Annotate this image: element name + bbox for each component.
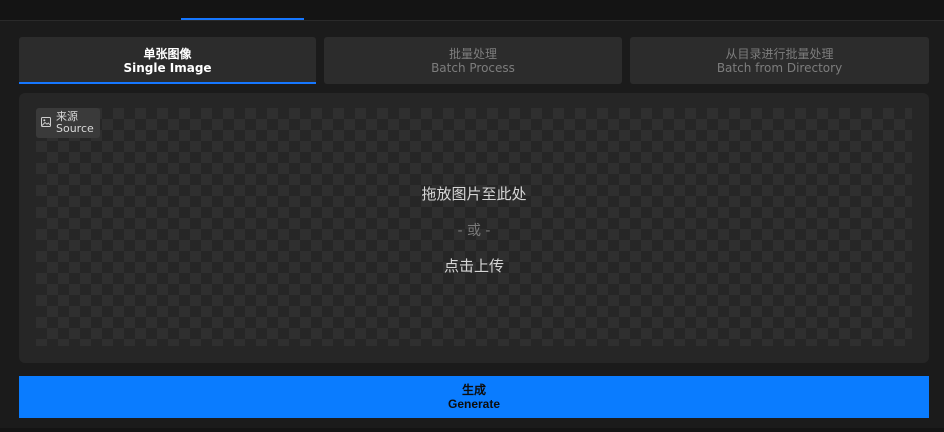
source-label-en: Source	[56, 122, 94, 135]
tab-label-cn: 单张图像	[143, 46, 192, 61]
tab-label-en: Batch from Directory	[716, 60, 843, 75]
drop-instruction: 拖放图片至此处	[421, 185, 527, 203]
tab-batch-process[interactable]: 批量处理 Batch Process	[324, 37, 622, 84]
mode-tabs: 单张图像 Single Image 批量处理 Batch Process 从目录…	[19, 37, 929, 85]
tab-label-cn: 批量处理	[448, 46, 497, 61]
generate-label-en: Generate	[447, 397, 501, 411]
tab-label-cn: 从目录进行批量处理	[725, 46, 834, 61]
image-dropzone[interactable]: 来源 Source 拖放图片至此处 - 或 - 点击上传	[36, 108, 912, 346]
source-panel: 来源 Source 拖放图片至此处 - 或 - 点击上传	[19, 93, 929, 363]
generate-button[interactable]: 生成 Generate	[19, 376, 929, 418]
tab-batch-from-directory[interactable]: 从目录进行批量处理 Batch from Directory	[630, 37, 929, 84]
drop-or-separator: - 或 -	[457, 223, 491, 239]
tab-single-image[interactable]: 单张图像 Single Image	[19, 37, 316, 84]
bottom-edge	[0, 428, 944, 432]
image-icon	[41, 116, 51, 130]
generate-label-cn: 生成	[461, 383, 486, 397]
top-tab-active-indicator	[181, 18, 304, 20]
tab-label-en: Single Image	[123, 60, 212, 75]
source-label: 来源 Source	[36, 108, 100, 138]
click-to-upload-text[interactable]: 点击上传	[36, 255, 912, 276]
top-tab-strip	[0, 0, 944, 21]
tab-label-en: Batch Process	[431, 60, 515, 75]
